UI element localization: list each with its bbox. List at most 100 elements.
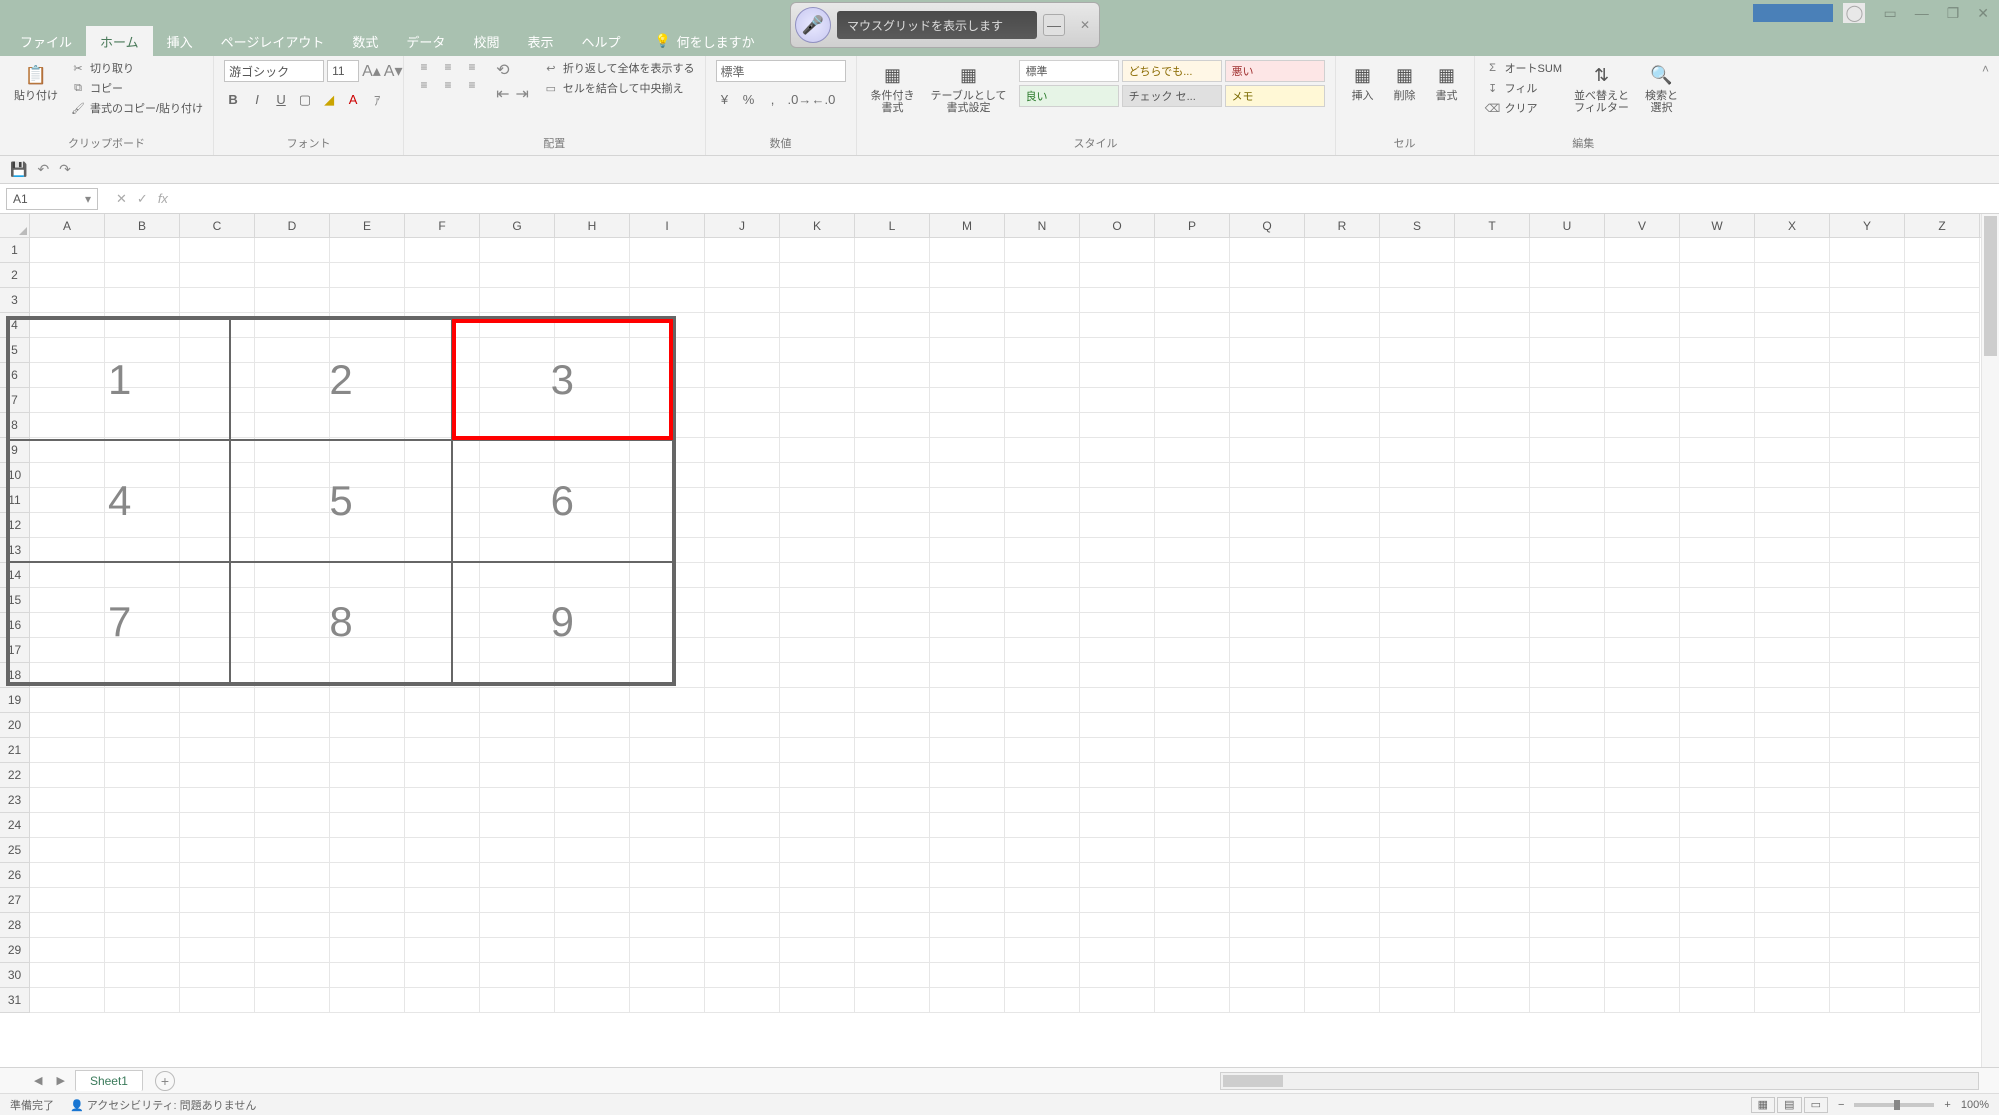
- column-header[interactable]: K: [780, 214, 855, 237]
- cell[interactable]: [1905, 513, 1980, 538]
- cell[interactable]: [1680, 313, 1755, 338]
- cell[interactable]: [1755, 688, 1830, 713]
- cell[interactable]: [1905, 763, 1980, 788]
- cell[interactable]: [1455, 738, 1530, 763]
- cell[interactable]: [1455, 588, 1530, 613]
- cell[interactable]: [30, 763, 105, 788]
- cell[interactable]: [930, 913, 1005, 938]
- cell[interactable]: [1005, 938, 1080, 963]
- cell[interactable]: [480, 488, 555, 513]
- cell[interactable]: [1830, 988, 1905, 1013]
- cell[interactable]: [1530, 888, 1605, 913]
- cell[interactable]: [30, 538, 105, 563]
- cell[interactable]: [1455, 663, 1530, 688]
- cell[interactable]: [480, 838, 555, 863]
- cell[interactable]: [405, 713, 480, 738]
- cell[interactable]: [705, 438, 780, 463]
- cell[interactable]: [330, 863, 405, 888]
- cell[interactable]: [180, 488, 255, 513]
- cell[interactable]: [1455, 963, 1530, 988]
- cell[interactable]: [1755, 988, 1830, 1013]
- cell[interactable]: [780, 663, 855, 688]
- cell[interactable]: [1905, 838, 1980, 863]
- cell[interactable]: [930, 288, 1005, 313]
- row-header[interactable]: 24: [0, 813, 30, 838]
- cell[interactable]: [30, 238, 105, 263]
- row-header[interactable]: 6: [0, 363, 30, 388]
- cell[interactable]: [1230, 938, 1305, 963]
- cell[interactable]: [255, 613, 330, 638]
- column-header[interactable]: Y: [1830, 214, 1905, 237]
- cell[interactable]: [1605, 863, 1680, 888]
- login-button[interactable]: [1753, 4, 1833, 22]
- row-header[interactable]: 29: [0, 938, 30, 963]
- cell[interactable]: [780, 563, 855, 588]
- cell[interactable]: [705, 663, 780, 688]
- cell[interactable]: [555, 663, 630, 688]
- cell[interactable]: [1830, 313, 1905, 338]
- align-center-icon[interactable]: ≡: [438, 78, 458, 92]
- cell[interactable]: [480, 538, 555, 563]
- row-header[interactable]: 11: [0, 488, 30, 513]
- cell[interactable]: [1680, 638, 1755, 663]
- cell[interactable]: [1155, 838, 1230, 863]
- cell[interactable]: [1080, 238, 1155, 263]
- cell[interactable]: [255, 788, 330, 813]
- cell[interactable]: [180, 288, 255, 313]
- cell[interactable]: [1230, 763, 1305, 788]
- wrap-text-button[interactable]: ↩折り返して全体を表示する: [543, 60, 695, 76]
- cell[interactable]: [1905, 663, 1980, 688]
- cell[interactable]: [405, 488, 480, 513]
- cell[interactable]: [1155, 238, 1230, 263]
- cell[interactable]: [330, 563, 405, 588]
- cell[interactable]: [705, 613, 780, 638]
- cell[interactable]: [1530, 263, 1605, 288]
- cell[interactable]: [1230, 913, 1305, 938]
- cell[interactable]: [180, 588, 255, 613]
- cell[interactable]: [480, 263, 555, 288]
- cell[interactable]: [630, 563, 705, 588]
- cell[interactable]: [705, 588, 780, 613]
- cell[interactable]: [930, 563, 1005, 588]
- cell[interactable]: [1905, 238, 1980, 263]
- cell[interactable]: [630, 488, 705, 513]
- page-break-view-icon[interactable]: ▭: [1804, 1097, 1828, 1113]
- column-header[interactable]: L: [855, 214, 930, 237]
- fill-color-button[interactable]: ◢: [320, 92, 338, 108]
- cell[interactable]: [1005, 263, 1080, 288]
- cell[interactable]: [1755, 913, 1830, 938]
- cell[interactable]: [1455, 313, 1530, 338]
- cell[interactable]: [30, 338, 105, 363]
- cell[interactable]: [1230, 488, 1305, 513]
- cell[interactable]: [480, 888, 555, 913]
- cell[interactable]: [1530, 713, 1605, 738]
- cell[interactable]: [1005, 738, 1080, 763]
- cell[interactable]: [930, 238, 1005, 263]
- cell[interactable]: [1830, 563, 1905, 588]
- cell[interactable]: [180, 388, 255, 413]
- cell[interactable]: [30, 788, 105, 813]
- cell[interactable]: [180, 238, 255, 263]
- cell[interactable]: [1830, 913, 1905, 938]
- cell[interactable]: [1005, 563, 1080, 588]
- cell[interactable]: [1455, 938, 1530, 963]
- cell[interactable]: [555, 488, 630, 513]
- cell[interactable]: [930, 638, 1005, 663]
- cell[interactable]: [1905, 888, 1980, 913]
- cell[interactable]: [555, 838, 630, 863]
- cell[interactable]: [630, 313, 705, 338]
- cell[interactable]: [555, 938, 630, 963]
- cell[interactable]: [180, 463, 255, 488]
- cell[interactable]: [1305, 363, 1380, 388]
- cell[interactable]: [1455, 763, 1530, 788]
- cell[interactable]: [630, 638, 705, 663]
- cell[interactable]: [1305, 713, 1380, 738]
- cell[interactable]: [30, 513, 105, 538]
- cell[interactable]: [255, 663, 330, 688]
- cell[interactable]: [1305, 513, 1380, 538]
- cell[interactable]: [1155, 513, 1230, 538]
- cell[interactable]: [1680, 513, 1755, 538]
- cell[interactable]: [630, 788, 705, 813]
- cell[interactable]: [480, 763, 555, 788]
- cell[interactable]: [1905, 388, 1980, 413]
